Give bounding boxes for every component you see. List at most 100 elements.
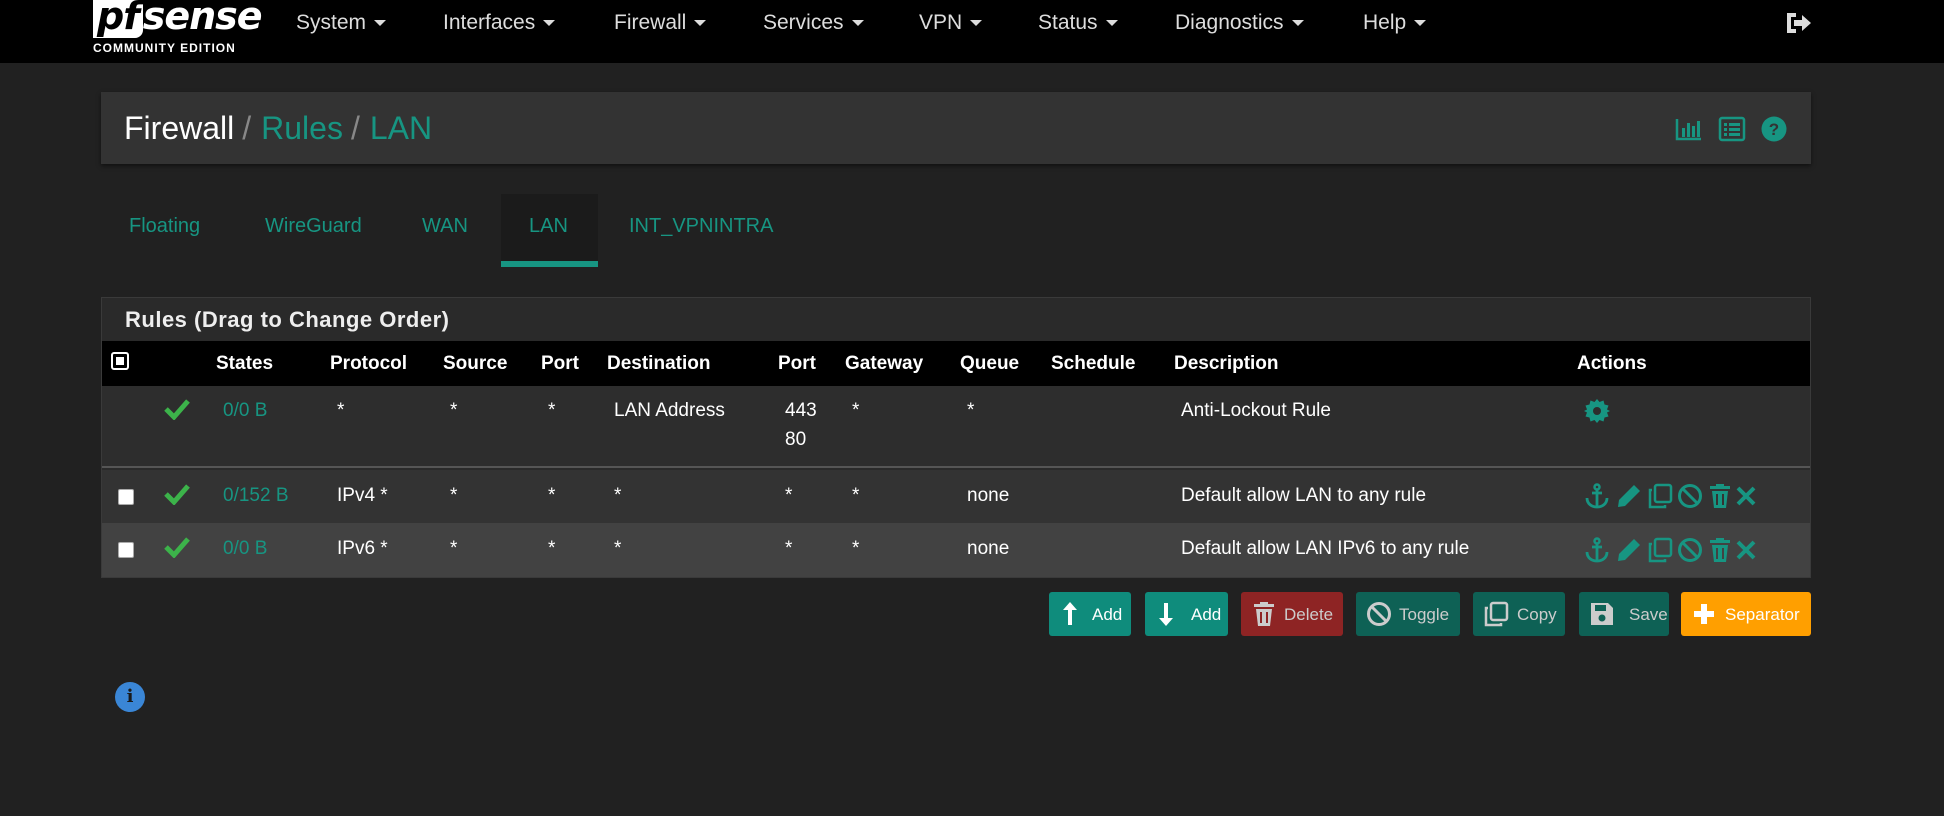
button-label: Separator: [1725, 605, 1800, 624]
rule-destination: LAN Address: [614, 400, 725, 421]
pfsense-logo[interactable]: pf sense COMMUNITY EDITION: [93, 0, 263, 60]
nav-label: Services: [763, 11, 844, 34]
button-label: Delete: [1284, 605, 1334, 624]
add-bottom-button[interactable]: Add: [1145, 592, 1228, 636]
logo-text: sense: [142, 0, 263, 38]
rules-panel: Rules (Drag to Change Order) States Prot…: [101, 297, 1811, 578]
breadcrumb-rules[interactable]: Rules: [261, 110, 343, 146]
column-header-description[interactable]: Description: [1174, 353, 1279, 375]
check-icon[interactable]: [164, 483, 190, 505]
sign-out-icon[interactable]: [1784, 10, 1814, 36]
button-label: Save: [1629, 605, 1668, 624]
row-checkbox[interactable]: [118, 542, 134, 558]
caret-down-icon: [694, 20, 707, 27]
ban-icon[interactable]: [1677, 483, 1703, 509]
nav-diagnostics[interactable]: Diagnostics: [1175, 11, 1304, 35]
rule-destination-port: 443: [785, 400, 817, 421]
select-all-checkbox[interactable]: [111, 352, 129, 370]
nav-system[interactable]: System: [296, 11, 387, 35]
logo-prefix: pf: [93, 0, 143, 38]
column-header-destination[interactable]: Destination: [607, 353, 710, 375]
tab-wan[interactable]: WAN: [422, 215, 468, 238]
bar-chart-icon[interactable]: [1675, 116, 1703, 142]
nav-services[interactable]: Services: [763, 11, 864, 35]
gear-icon[interactable]: [1584, 398, 1610, 424]
level-up-icon: [1063, 602, 1077, 625]
column-header-source-port[interactable]: Port: [541, 353, 579, 375]
column-header-states[interactable]: States: [216, 353, 273, 375]
nav-vpn[interactable]: VPN: [919, 11, 983, 35]
trash-icon[interactable]: [1707, 537, 1733, 563]
rule-source-port: *: [548, 538, 556, 559]
button-label: Toggle: [1399, 605, 1450, 624]
table-row[interactable]: 0/0 B IPv6 * * * * * * none Default allo…: [102, 523, 1810, 577]
anchor-icon[interactable]: [1584, 537, 1610, 563]
table-row[interactable]: 0/152 B IPv4 * * * * * * none Default al…: [102, 470, 1810, 523]
list-icon[interactable]: [1718, 116, 1746, 142]
nav-help[interactable]: Help: [1363, 11, 1427, 35]
separator-button[interactable]: Separator: [1681, 592, 1811, 636]
pencil-icon[interactable]: [1616, 537, 1642, 563]
ban-icon[interactable]: [1677, 537, 1703, 563]
close-icon[interactable]: [1733, 483, 1759, 509]
tab-int-vpnintra[interactable]: INT_VPNINTRA: [629, 215, 773, 238]
rule-states[interactable]: 0/152 B: [223, 485, 289, 507]
table-row[interactable]: 0/0 B * * * LAN Address 443 80 * * Anti-…: [102, 386, 1810, 468]
rule-states[interactable]: 0/0 B: [223, 400, 267, 422]
nav-interfaces[interactable]: Interfaces: [443, 11, 556, 35]
add-top-button[interactable]: Add: [1049, 592, 1131, 636]
breadcrumb: Firewall / Rules / LAN: [124, 110, 432, 147]
nav-label: VPN: [919, 11, 963, 34]
logo-wordmark: pf sense: [93, 0, 263, 38]
copy-icon: [1484, 601, 1509, 627]
level-down-icon: [1159, 603, 1173, 626]
column-header-gateway[interactable]: Gateway: [845, 353, 923, 375]
column-header-source[interactable]: Source: [443, 353, 507, 375]
row-checkbox[interactable]: [118, 489, 134, 505]
info-glyph: i: [126, 686, 134, 707]
button-label: Add: [1191, 605, 1222, 624]
breadcrumb-firewall: Firewall: [124, 110, 235, 146]
nav-label: Firewall: [614, 11, 687, 34]
info-icon[interactable]: i: [115, 682, 145, 712]
nav-firewall[interactable]: Firewall: [614, 11, 707, 35]
rule-queue: none: [967, 538, 1010, 559]
top-navbar: pf sense COMMUNITY EDITION System Interfa…: [0, 0, 1944, 63]
check-icon[interactable]: [164, 536, 190, 558]
copy-icon[interactable]: [1647, 483, 1673, 509]
breadcrumb-lan[interactable]: LAN: [370, 110, 432, 146]
copy-icon[interactable]: [1647, 537, 1673, 563]
rule-description: Default allow LAN IPv6 to any rule: [1181, 538, 1470, 559]
button-label: Copy: [1517, 605, 1557, 624]
delete-button[interactable]: Delete: [1241, 592, 1343, 636]
logo-edition: COMMUNITY EDITION: [93, 41, 236, 55]
rule-source-port: *: [548, 400, 556, 421]
column-header-destination-port[interactable]: Port: [778, 353, 816, 375]
copy-button[interactable]: Copy: [1473, 592, 1565, 636]
save-button[interactable]: Save: [1579, 592, 1669, 636]
rule-destination: *: [614, 485, 622, 506]
toggle-button[interactable]: Toggle: [1356, 592, 1460, 636]
close-icon[interactable]: [1733, 537, 1759, 563]
rule-destination-port: *: [785, 538, 793, 559]
column-header-queue[interactable]: Queue: [960, 353, 1019, 375]
rule-gateway: *: [852, 485, 860, 506]
column-header-protocol[interactable]: Protocol: [330, 353, 407, 375]
anchor-icon[interactable]: [1584, 483, 1610, 509]
caret-down-icon: [851, 20, 864, 27]
help-icon[interactable]: ?: [1760, 116, 1788, 142]
rule-states[interactable]: 0/0 B: [223, 538, 267, 560]
rule-queue: *: [967, 400, 975, 421]
nav-status[interactable]: Status: [1038, 11, 1118, 35]
trash-icon[interactable]: [1707, 483, 1733, 509]
tab-wireguard[interactable]: WireGuard: [265, 215, 362, 238]
pencil-icon[interactable]: [1616, 483, 1642, 509]
plus-icon: [1694, 604, 1714, 624]
rules-panel-title: Rules (Drag to Change Order): [125, 307, 450, 332]
rule-description: Anti-Lockout Rule: [1181, 400, 1331, 421]
column-header-actions: Actions: [1577, 353, 1647, 374]
tab-lan[interactable]: LAN: [529, 215, 568, 238]
nav-label: Interfaces: [443, 11, 536, 34]
tab-floating[interactable]: Floating: [129, 215, 200, 238]
column-header-schedule[interactable]: Schedule: [1051, 353, 1135, 375]
